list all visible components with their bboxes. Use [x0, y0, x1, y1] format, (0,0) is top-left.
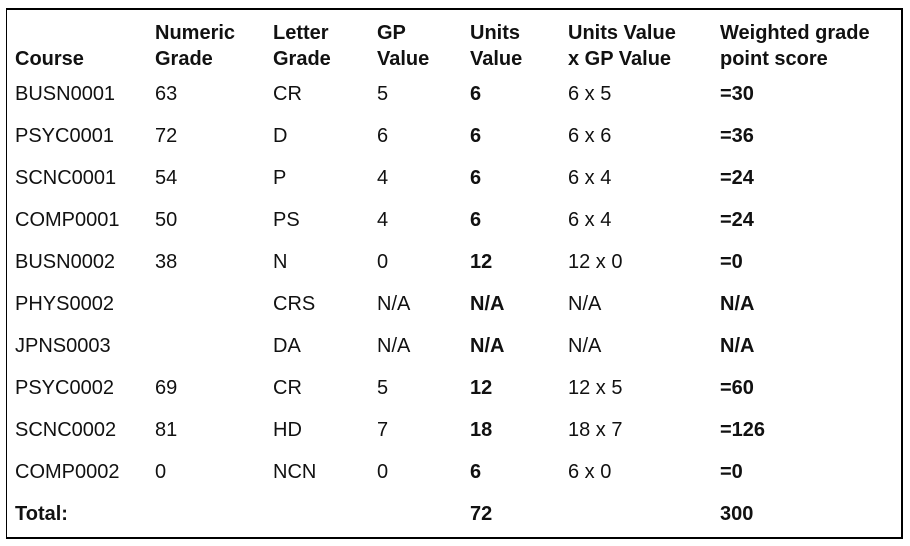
gp-value-cell: N/A	[377, 293, 411, 315]
letter-grade-cell: PS	[273, 209, 300, 231]
numeric-grade-cell	[155, 316, 273, 358]
table-row: COMP0002 0 NCN 0 6 6 x 0 =0	[15, 442, 900, 484]
header-units-value: Units Value	[470, 22, 523, 70]
units-x-gp-cell: N/A	[568, 293, 602, 315]
units-x-gp-cell: 6 x 0	[568, 461, 612, 483]
weighted-score-cell: =24	[720, 167, 754, 189]
units-value-cell: 12	[470, 251, 493, 273]
weighted-score-cell: =0	[720, 461, 743, 483]
letter-grade-cell: P	[273, 167, 287, 189]
course-cell: JPNS0003	[15, 335, 111, 357]
weighted-score-cell: =60	[720, 377, 754, 399]
letter-grade-cell: D	[273, 125, 288, 147]
course-cell: PSYC0001	[15, 125, 114, 147]
weighted-score-cell: N/A	[720, 293, 755, 315]
letter-grade-cell: N	[273, 251, 288, 273]
weighted-score-cell: =36	[720, 125, 754, 147]
total-label: Total:	[15, 503, 68, 525]
numeric-grade-cell	[155, 274, 273, 316]
gp-value-cell: 0	[377, 461, 389, 483]
course-cell: BUSN0001	[15, 83, 116, 105]
letter-grade-cell: CR	[273, 83, 302, 105]
gp-value-cell: 5	[377, 377, 389, 399]
gp-value-cell: 4	[377, 167, 389, 189]
weighted-score-cell: =0	[720, 251, 743, 273]
gp-value-cell: 7	[377, 419, 389, 441]
table-row: BUSN0002 38 N 0 12 12 x 0 =0	[15, 232, 900, 274]
numeric-grade-cell: 54	[155, 167, 178, 189]
header-letter-grade: Letter Grade	[273, 22, 331, 70]
course-cell: SCNC0002	[15, 419, 117, 441]
course-cell: COMP0001	[15, 209, 120, 231]
table-row: SCNC0002 81 HD 7 18 18 x 7 =126	[15, 400, 900, 442]
table-row: PSYC0001 72 D 6 6 6 x 6 =36	[15, 106, 900, 148]
units-value-cell: 6	[470, 125, 482, 147]
letter-grade-cell: HD	[273, 419, 302, 441]
units-x-gp-cell: 6 x 4	[568, 167, 612, 189]
header-course: Course	[15, 48, 84, 70]
total-empty	[273, 484, 377, 526]
units-x-gp-cell: 6 x 4	[568, 209, 612, 231]
numeric-grade-cell: 69	[155, 377, 178, 399]
numeric-grade-cell: 0	[155, 461, 167, 483]
units-value-cell: 6	[470, 83, 482, 105]
total-empty	[568, 484, 720, 526]
gp-value-cell: 6	[377, 125, 389, 147]
total-row: Total: 72 300	[15, 484, 900, 526]
total-units: 72	[470, 503, 493, 525]
gp-value-cell: N/A	[377, 335, 411, 357]
units-value-cell: 12	[470, 377, 493, 399]
units-value-cell: N/A	[470, 293, 505, 315]
header-weighted-score: Weighted grade point score	[720, 22, 870, 70]
header-gp-value: GP Value	[377, 22, 430, 70]
table-row: PSYC0002 69 CR 5 12 12 x 5 =60	[15, 358, 900, 400]
course-cell: BUSN0002	[15, 251, 116, 273]
gp-value-cell: 0	[377, 251, 389, 273]
units-value-cell: 18	[470, 419, 493, 441]
header-numeric-grade: Numeric Grade	[155, 22, 236, 70]
course-cell: SCNC0001	[15, 167, 117, 189]
numeric-grade-cell: 72	[155, 125, 178, 147]
letter-grade-cell: DA	[273, 335, 301, 357]
letter-grade-cell: NCN	[273, 461, 317, 483]
numeric-grade-cell: 38	[155, 251, 178, 273]
total-empty	[377, 484, 470, 526]
units-x-gp-cell: 12 x 0	[568, 251, 623, 273]
units-x-gp-cell: 6 x 6	[568, 125, 612, 147]
table-row: SCNC0001 54 P 4 6 6 x 4 =24	[15, 148, 900, 190]
units-value-cell: N/A	[470, 335, 505, 357]
gp-value-cell: 5	[377, 83, 389, 105]
grade-table: Course Numeric Grade Letter Grade GP Value …	[15, 18, 900, 526]
units-value-cell: 6	[470, 209, 482, 231]
table-row: BUSN0001 63 CR 5 6 6 x 5 =30	[15, 72, 900, 106]
units-x-gp-cell: 18 x 7	[568, 419, 623, 441]
total-weighted: 300	[720, 503, 754, 525]
header-row: Course Numeric Grade Letter Grade GP Value …	[15, 18, 900, 72]
table-row: COMP0001 50 PS 4 6 6 x 4 =24	[15, 190, 900, 232]
units-x-gp-cell: N/A	[568, 335, 602, 357]
numeric-grade-cell: 50	[155, 209, 178, 231]
numeric-grade-cell: 81	[155, 419, 178, 441]
weighted-score-cell: =30	[720, 83, 754, 105]
weighted-score-cell: N/A	[720, 335, 755, 357]
units-value-cell: 6	[470, 461, 482, 483]
course-cell: COMP0002	[15, 461, 120, 483]
total-empty	[155, 484, 273, 526]
letter-grade-cell: CRS	[273, 293, 316, 315]
weighted-score-cell: =24	[720, 209, 754, 231]
gp-value-cell: 4	[377, 209, 389, 231]
letter-grade-cell: CR	[273, 377, 302, 399]
units-x-gp-cell: 12 x 5	[568, 377, 623, 399]
weighted-score-cell: =126	[720, 419, 766, 441]
table-row: JPNS0003 DA N/A N/A N/A N/A	[15, 316, 900, 358]
units-x-gp-cell: 6 x 5	[568, 83, 612, 105]
numeric-grade-cell: 63	[155, 83, 178, 105]
table-row: PHYS0002 CRS N/A N/A N/A N/A	[15, 274, 900, 316]
course-cell: PHYS0002	[15, 293, 114, 315]
units-value-cell: 6	[470, 167, 482, 189]
header-units-x-gp: Units Value x GP Value	[568, 22, 676, 70]
course-cell: PSYC0002	[15, 377, 114, 399]
